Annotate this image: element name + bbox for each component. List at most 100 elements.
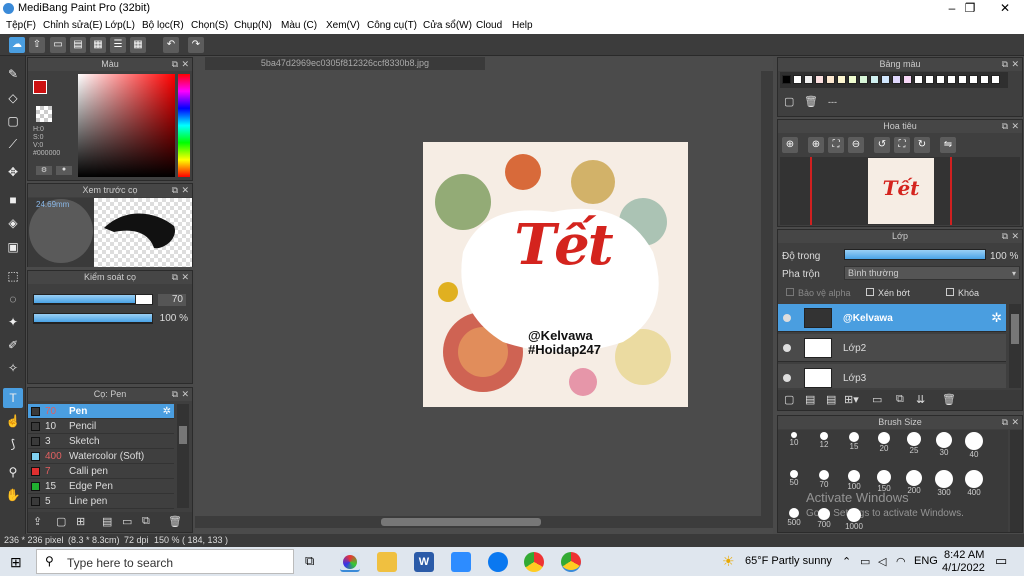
brush-size-option[interactable]: 50 bbox=[780, 470, 808, 487]
close-icon[interactable]: ✕ bbox=[1011, 416, 1019, 429]
grid-icon[interactable]: ▦ bbox=[130, 37, 146, 53]
chrome-icon[interactable] bbox=[524, 552, 544, 572]
notification-icon[interactable]: ▭ bbox=[995, 553, 1007, 569]
fullscreen-icon[interactable]: ⛶ bbox=[894, 137, 910, 153]
expand-icon[interactable]: ⧉ bbox=[1002, 230, 1008, 243]
palette-swatch[interactable] bbox=[859, 75, 868, 84]
vertical-scrollbar[interactable] bbox=[761, 71, 773, 516]
redo-icon[interactable]: ↷ bbox=[188, 37, 204, 53]
weather-text[interactable]: 65°F Partly sunny bbox=[745, 555, 832, 567]
menu-filter[interactable]: Bộ lọc(R) bbox=[142, 20, 184, 31]
delete-layer-icon[interactable]: 🗑 bbox=[942, 393, 956, 406]
visibility-icon[interactable] bbox=[783, 374, 791, 382]
dropper-tool-icon[interactable]: ⟆ bbox=[3, 434, 23, 454]
document-icon[interactable]: ▦ bbox=[90, 37, 106, 53]
fit-icon[interactable]: ⛶ bbox=[828, 137, 844, 153]
palette-swatch[interactable] bbox=[914, 75, 923, 84]
search-box[interactable]: ⚲ Type here to search bbox=[36, 549, 294, 574]
close-button[interactable]: ✕ bbox=[988, 0, 1022, 17]
brush-size-option[interactable]: 70 bbox=[810, 470, 838, 489]
blend-mode-select[interactable]: Bình thường ▾ bbox=[844, 266, 1020, 280]
line-tool-icon[interactable]: ⟋ bbox=[3, 134, 23, 154]
chat-icon[interactable]: ▤ bbox=[70, 37, 86, 53]
word-icon[interactable]: W bbox=[414, 552, 434, 572]
layer-opacity-value[interactable]: 100 % bbox=[990, 251, 1018, 262]
brush-size-option[interactable]: 300 bbox=[930, 470, 958, 497]
settings-icon[interactable]: ✲ bbox=[991, 310, 1002, 326]
expand-icon[interactable]: ⧉ bbox=[172, 58, 178, 71]
expand-icon[interactable]: ⧉ bbox=[172, 271, 178, 284]
visibility-icon[interactable] bbox=[783, 314, 791, 322]
brush-size-option[interactable]: 40 bbox=[960, 432, 988, 459]
undo-icon[interactable]: ↶ bbox=[163, 37, 179, 53]
color-mode-icon[interactable]: ⚙ bbox=[36, 166, 52, 175]
new-layer-3-icon[interactable]: ▤ bbox=[826, 393, 836, 406]
comment-icon[interactable]: ▭ bbox=[50, 37, 66, 53]
close-icon[interactable]: ✕ bbox=[181, 184, 189, 197]
brush-size-option[interactable]: 20 bbox=[870, 432, 898, 453]
palette-swatch[interactable] bbox=[782, 75, 791, 84]
settings-icon[interactable]: ✲ bbox=[163, 404, 171, 419]
brush-item-calli-pen[interactable]: 7 Calli pen bbox=[28, 464, 174, 479]
task-view-icon[interactable]: ⧉ bbox=[305, 553, 314, 569]
clock-date[interactable]: 4/1/2022 bbox=[942, 562, 985, 574]
close-icon[interactable]: ✕ bbox=[181, 388, 189, 401]
layer-row[interactable]: Lớp3 bbox=[778, 364, 1006, 388]
size-value[interactable]: 70 bbox=[158, 294, 186, 306]
select-rect-icon[interactable]: ⬚ bbox=[3, 266, 23, 286]
menu-view[interactable]: Xem(V) bbox=[326, 20, 360, 31]
select-pen-icon[interactable]: ✐ bbox=[3, 335, 23, 355]
bucket-tool-icon[interactable]: ◈ bbox=[3, 213, 23, 233]
clipping-checkbox[interactable]: Xén bớt bbox=[866, 288, 910, 298]
palette-swatch[interactable] bbox=[925, 75, 934, 84]
add-layer-menu-icon[interactable]: ⊞▾ bbox=[844, 393, 859, 406]
palette-swatch[interactable] bbox=[991, 75, 1000, 84]
layer-row[interactable]: @Kelvawa ✲ bbox=[778, 304, 1006, 332]
hue-slider[interactable] bbox=[178, 74, 190, 177]
file-explorer-icon[interactable] bbox=[377, 552, 397, 572]
expand-icon[interactable]: ⧉ bbox=[172, 184, 178, 197]
lock-checkbox[interactable]: Khóa bbox=[946, 288, 979, 298]
eyedropper-icon[interactable]: ⚲ bbox=[3, 462, 23, 482]
add-brush-icon[interactable]: ⊞ bbox=[76, 515, 85, 528]
palette-swatch[interactable] bbox=[903, 75, 912, 84]
flip-icon[interactable]: ⇋ bbox=[940, 137, 956, 153]
brush-size-option[interactable]: 10 bbox=[780, 432, 808, 447]
network-icon[interactable]: ▭ bbox=[860, 555, 870, 568]
close-icon[interactable]: ✕ bbox=[1011, 120, 1019, 133]
rotate-left-icon[interactable]: ↺ bbox=[874, 137, 890, 153]
brush-item-sketch[interactable]: 3 Sketch bbox=[28, 434, 174, 449]
new-layer-2-icon[interactable]: ▤ bbox=[805, 393, 815, 406]
brush-size-option[interactable]: 400 bbox=[960, 470, 988, 497]
magic-wand-icon[interactable]: ✦ bbox=[3, 312, 23, 332]
menu-tools[interactable]: Công cụ(T) bbox=[367, 20, 417, 31]
menu-select[interactable]: Chọn(S) bbox=[191, 20, 228, 31]
canvas-viewport[interactable]: Tết @Kelvawa #Hoidap247 bbox=[195, 71, 773, 511]
size-slider[interactable] bbox=[33, 294, 153, 305]
brush-size-scrollbar[interactable] bbox=[1010, 430, 1022, 532]
horizontal-scrollbar[interactable] bbox=[195, 516, 773, 528]
layer-opacity-slider[interactable] bbox=[844, 249, 986, 260]
text-tool-icon[interactable]: T bbox=[3, 388, 23, 408]
zoom-in-icon[interactable]: ⊕ bbox=[782, 137, 798, 153]
folder-icon[interactable]: ▭ bbox=[122, 515, 132, 528]
opacity-value[interactable]: 100 % bbox=[156, 313, 188, 325]
delete-brush-icon[interactable]: 🗑 bbox=[168, 515, 182, 528]
palette-swatch[interactable] bbox=[870, 75, 879, 84]
close-icon[interactable]: ✕ bbox=[1011, 230, 1019, 243]
brush-size-option[interactable]: 15 bbox=[840, 432, 868, 451]
volume-icon[interactable]: ◁ bbox=[878, 555, 886, 568]
duplicate-icon[interactable]: ⧉ bbox=[142, 515, 150, 528]
palette-swatch[interactable] bbox=[947, 75, 956, 84]
palette-swatch[interactable] bbox=[892, 75, 901, 84]
list-icon[interactable]: ☰ bbox=[110, 37, 126, 53]
menu-layer[interactable]: Lớp(L) bbox=[105, 20, 135, 31]
brush-size-option[interactable]: 500 bbox=[780, 508, 808, 527]
brush-item-watercolor[interactable]: 400 Watercolor (Soft) bbox=[28, 449, 174, 464]
operation-tool-icon[interactable]: ☝ bbox=[3, 411, 23, 431]
palette-swatch[interactable] bbox=[958, 75, 967, 84]
zoom-out-icon[interactable]: ⊖ bbox=[848, 137, 864, 153]
palette-swatch[interactable] bbox=[815, 75, 824, 84]
menu-edit[interactable]: Chỉnh sửa(E) bbox=[43, 20, 103, 31]
brush-size-option[interactable]: 12 bbox=[810, 432, 838, 449]
